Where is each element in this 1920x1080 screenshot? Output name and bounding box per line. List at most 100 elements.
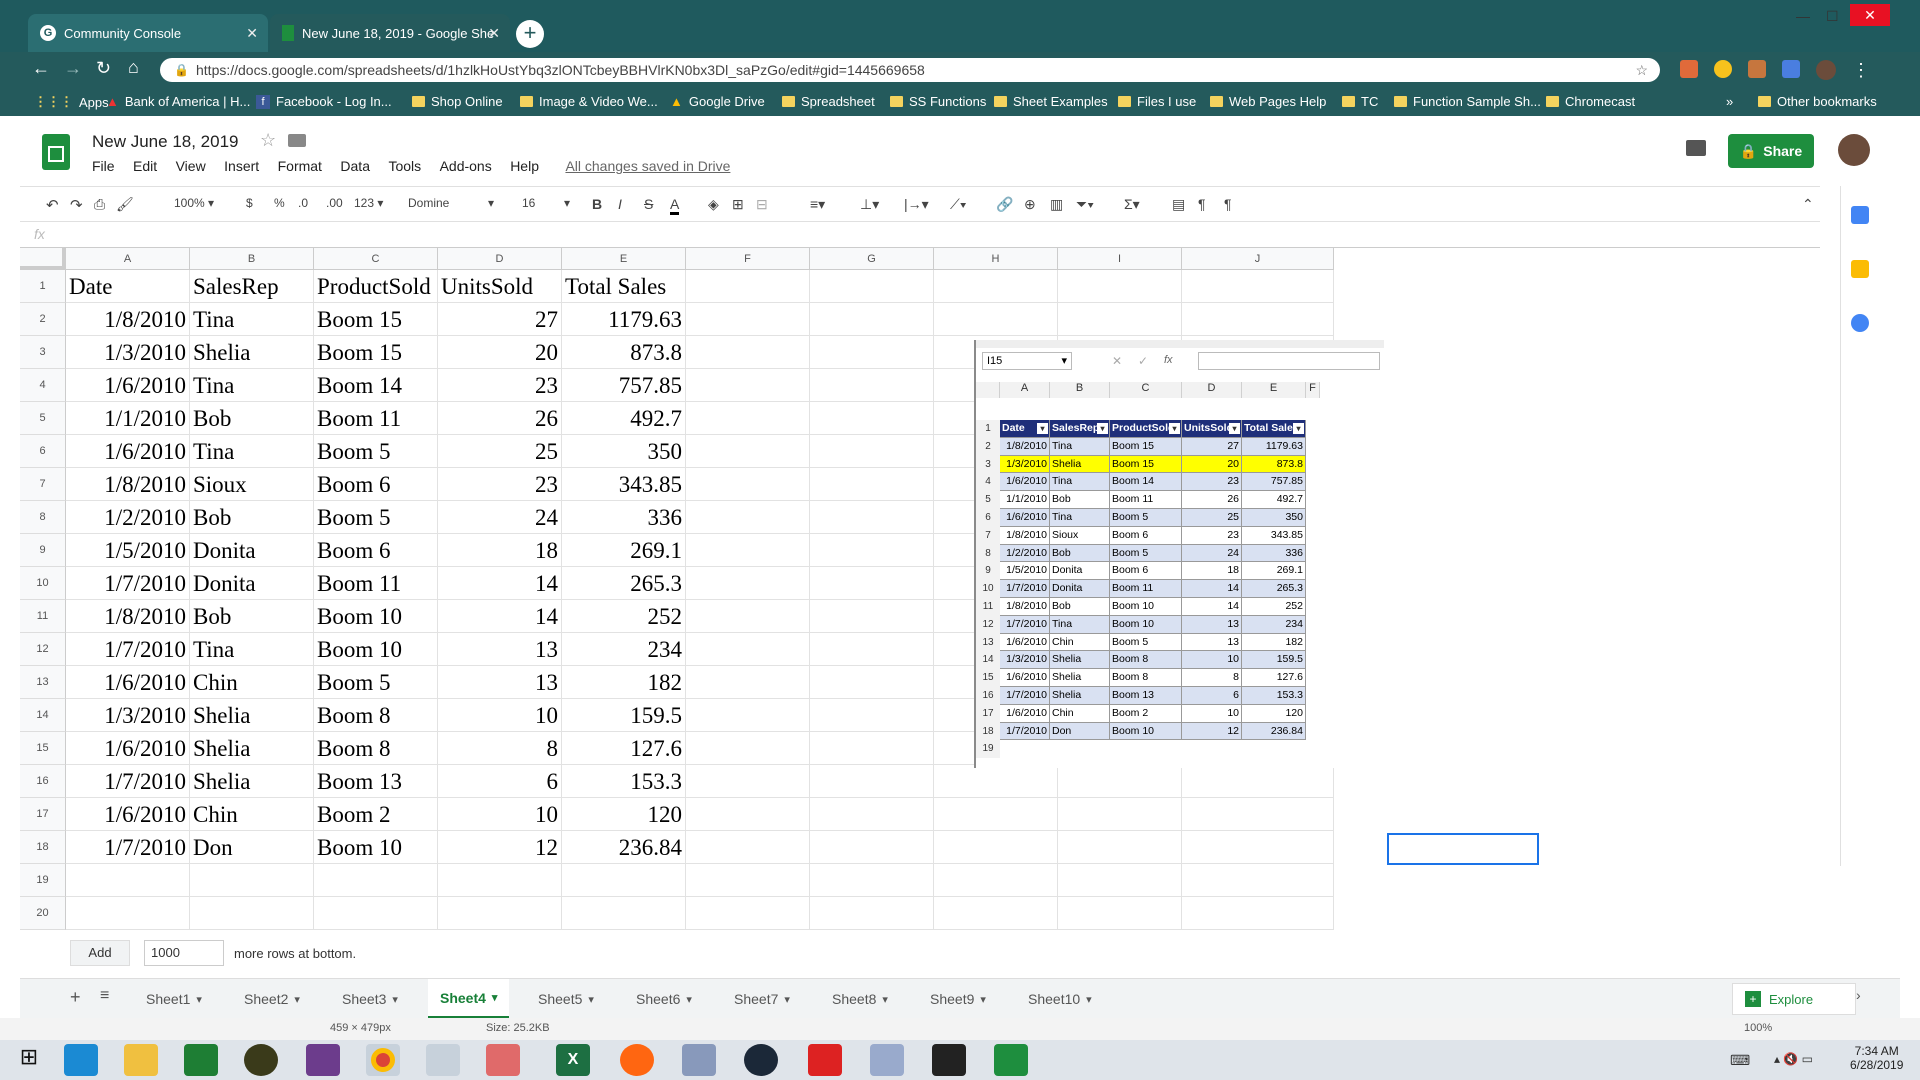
grid-cell[interactable]: Boom 10 [314, 831, 438, 864]
side-panel-toggle-icon[interactable]: › [1856, 987, 1861, 1003]
calendar-icon[interactable] [1851, 206, 1869, 224]
grid-cell[interactable] [686, 666, 810, 699]
grid-cell[interactable] [1058, 303, 1182, 336]
bookmark-item[interactable]: f Facebook - Log In... [256, 94, 392, 109]
grid-cell[interactable] [686, 765, 810, 798]
rtl-icon[interactable]: ¶ [1224, 196, 1232, 212]
app-icon[interactable] [870, 1044, 904, 1076]
grid-cell[interactable] [190, 897, 314, 930]
row-header[interactable]: 9 [20, 534, 66, 567]
row-header[interactable]: 3 [20, 336, 66, 369]
grid-cell[interactable]: 10 [438, 699, 562, 732]
functions-icon[interactable]: Σ▾ [1124, 196, 1140, 213]
grid-cell[interactable]: Chin [190, 666, 314, 699]
grid-cell[interactable]: Chin [190, 798, 314, 831]
menu-help[interactable]: Help [510, 158, 539, 174]
menu-data[interactable]: Data [340, 158, 370, 174]
grid-cell[interactable]: 182 [562, 666, 686, 699]
redo-icon[interactable]: ↷ [70, 196, 83, 214]
italic-button[interactable]: I [618, 196, 622, 212]
grid-cell[interactable]: Boom 15 [314, 303, 438, 336]
column-header[interactable]: B [190, 248, 314, 270]
grid-cell[interactable]: Boom 15 [314, 336, 438, 369]
tab-sheet2[interactable]: Sheet2 ▾ [232, 979, 312, 1019]
row-header[interactable]: 18 [20, 831, 66, 864]
merge-cells-icon[interactable]: ⊟ [756, 196, 768, 213]
grid-cell[interactable]: 25 [438, 435, 562, 468]
grid-cell[interactable]: Boom 10 [314, 600, 438, 633]
ltr-icon[interactable]: ¶ [1198, 196, 1206, 212]
menu-icon[interactable]: ⋮ [1852, 60, 1870, 81]
ie-icon[interactable] [64, 1044, 98, 1076]
row-header[interactable]: 8 [20, 501, 66, 534]
grid-cell[interactable] [810, 732, 934, 765]
row-header[interactable]: 11 [20, 600, 66, 633]
grid-cell[interactable] [686, 897, 810, 930]
menu-edit[interactable]: Edit [133, 158, 157, 174]
grid-cell[interactable] [1182, 798, 1334, 831]
grid-cell[interactable]: 13 [438, 633, 562, 666]
column-header[interactable]: F [686, 248, 810, 270]
bookmark-item[interactable]: SS Functions [890, 94, 986, 109]
tab-sheets-doc[interactable]: New June 18, 2019 - Google She ✕ [270, 14, 510, 52]
borders-icon[interactable]: ⊞ [732, 196, 744, 213]
grid-cell[interactable]: Boom 6 [314, 468, 438, 501]
fill-color-icon[interactable]: ◈ [708, 196, 719, 213]
grid-cell[interactable]: Boom 11 [314, 567, 438, 600]
grid-cell[interactable] [1182, 303, 1334, 336]
grid-cell[interactable] [1182, 897, 1334, 930]
grid-cell[interactable] [1058, 897, 1182, 930]
grid-cell[interactable] [314, 897, 438, 930]
chevron-down-icon[interactable]: ▾ [392, 993, 398, 1006]
column-header[interactable]: I [1058, 248, 1182, 270]
grid-cell[interactable]: Boom 13 [314, 765, 438, 798]
grid-cell[interactable]: 1/1/2010 [66, 402, 190, 435]
grid-cell[interactable]: Boom 8 [314, 732, 438, 765]
row-header[interactable]: 4 [20, 369, 66, 402]
grid-cell[interactable] [686, 435, 810, 468]
back-icon[interactable]: ← [32, 58, 50, 79]
grid-cell[interactable]: 153.3 [562, 765, 686, 798]
grid-cell[interactable] [686, 633, 810, 666]
grid-cell[interactable]: Sioux [190, 468, 314, 501]
row-header[interactable]: 2 [20, 303, 66, 336]
firefox-icon[interactable] [620, 1044, 654, 1076]
grid-cell[interactable] [934, 798, 1058, 831]
row-header[interactable]: 20 [20, 897, 66, 930]
grid-cell[interactable] [686, 798, 810, 831]
grid-cell[interactable]: 757.85 [562, 369, 686, 402]
app-icon[interactable] [682, 1044, 716, 1076]
grid-cell[interactable]: Boom 10 [314, 633, 438, 666]
grid-cell[interactable] [1182, 864, 1334, 897]
grid-cell[interactable]: 1/8/2010 [66, 303, 190, 336]
grid-cell[interactable]: 10 [438, 798, 562, 831]
grid-cell[interactable]: 26 [438, 402, 562, 435]
text-rotation-icon[interactable]: ⟋▾ [950, 196, 967, 213]
bookmark-item[interactable]: Sheet Examples [994, 94, 1108, 109]
grid-cell[interactable] [66, 897, 190, 930]
keyboard-icon[interactable]: ⌨ [1730, 1052, 1750, 1069]
snipping-icon[interactable] [486, 1044, 520, 1076]
grid-cell[interactable] [1058, 864, 1182, 897]
grid-cell[interactable]: 1/8/2010 [66, 600, 190, 633]
tab-sheet1[interactable]: Sheet1 ▾ [134, 979, 214, 1019]
grid-cell[interactable]: Bob [190, 402, 314, 435]
increase-decimal-button[interactable]: .00 [326, 196, 343, 210]
excel-icon[interactable]: X [556, 1044, 590, 1076]
menu-addons[interactable]: Add-ons [440, 158, 492, 174]
bookmark-item[interactable]: Function Sample Sh... [1394, 94, 1541, 109]
avatar[interactable] [1838, 134, 1870, 166]
grid-cell[interactable] [810, 468, 934, 501]
grid-cell[interactable]: 252 [562, 600, 686, 633]
grid-cell[interactable] [686, 336, 810, 369]
tab-sheet5[interactable]: Sheet5 ▾ [526, 979, 606, 1019]
bookmark-item[interactable]: TC [1342, 94, 1378, 109]
grid-cell[interactable] [810, 402, 934, 435]
chevron-down-icon[interactable]: ▾ [1086, 993, 1092, 1006]
column-header[interactable]: H [934, 248, 1058, 270]
grid-cell[interactable]: 6 [438, 765, 562, 798]
forward-icon[interactable]: → [64, 58, 82, 79]
grid-cell[interactable] [810, 765, 934, 798]
text-wrap-icon[interactable]: |→▾ [904, 196, 929, 213]
grid-cell[interactable]: 1/3/2010 [66, 336, 190, 369]
